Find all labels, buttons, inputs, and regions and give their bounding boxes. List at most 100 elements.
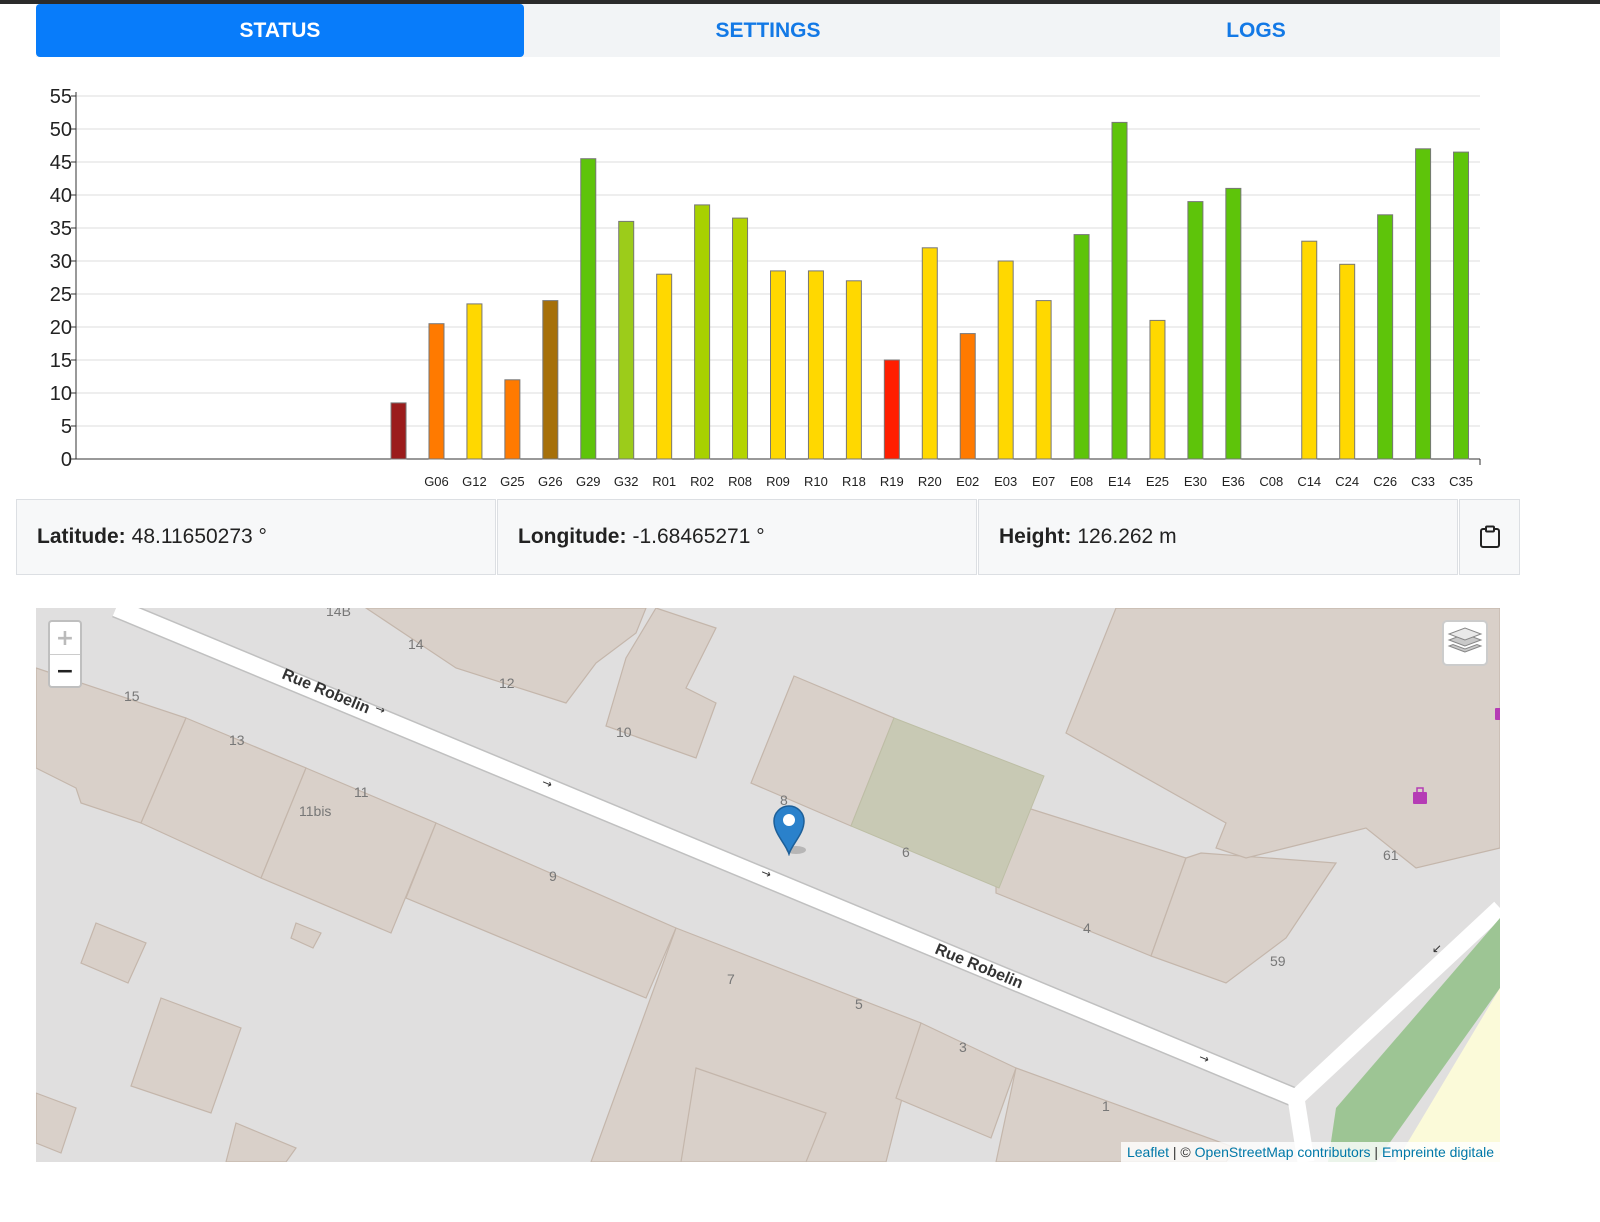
- house-number: 5: [855, 996, 863, 1012]
- x-tick-label: R10: [804, 474, 828, 489]
- bar: [542, 300, 559, 460]
- bar: [1187, 201, 1204, 460]
- tab-logs[interactable]: LOGS: [1012, 4, 1500, 57]
- bar: [390, 402, 407, 460]
- map-attribution: Leaflet | © OpenStreetMap contributors |…: [1120, 1142, 1500, 1162]
- x-tick-label: G25: [500, 474, 525, 489]
- house-number: 14B: [326, 608, 351, 619]
- house-number: 7: [727, 971, 735, 987]
- y-tick-label: 25: [50, 284, 72, 306]
- bar: [732, 217, 749, 460]
- map-view[interactable]: Rue Robelin Rue Robelin 14B 14 12 15 13 …: [36, 608, 1500, 1162]
- latitude-value: 48.11650273 °: [131, 525, 267, 548]
- longitude-cell: Longitude: -1.68465271 °: [497, 499, 977, 575]
- osm-link[interactable]: OpenStreetMap contributors: [1195, 1144, 1371, 1160]
- attribution-separator: | ©: [1169, 1144, 1195, 1160]
- y-tick-label: 35: [50, 218, 72, 240]
- x-tick-label: R19: [880, 474, 904, 489]
- x-tick-label: R18: [842, 474, 866, 489]
- bar: [1149, 319, 1166, 460]
- bar: [959, 333, 976, 460]
- x-tick-label: G29: [576, 474, 601, 489]
- bar: [807, 270, 824, 460]
- bar: [504, 379, 521, 460]
- x-tick-label: E03: [994, 474, 1017, 489]
- layers-button[interactable]: [1442, 620, 1488, 666]
- house-number: 15: [124, 688, 140, 704]
- bar: [1073, 234, 1090, 460]
- x-tick-label: C26: [1373, 474, 1397, 489]
- house-number: 11bis: [299, 803, 331, 819]
- leaflet-link[interactable]: Leaflet: [1127, 1144, 1169, 1160]
- house-number: 14: [408, 636, 424, 652]
- x-tick-label: E14: [1108, 474, 1131, 489]
- longitude-label: Longitude:: [518, 525, 627, 548]
- bar: [466, 303, 483, 460]
- zoom-control: + −: [48, 620, 82, 688]
- bar: [1415, 148, 1432, 460]
- location-marker-icon[interactable]: [772, 804, 806, 856]
- empreinte-link[interactable]: Empreinte digitale: [1382, 1144, 1494, 1160]
- y-tick-label: 50: [50, 119, 72, 141]
- position-panel: Latitude: 48.11650273 ° Longitude: -1.68…: [16, 499, 1520, 575]
- tab-status[interactable]: STATUS: [36, 4, 524, 57]
- zoom-in-button[interactable]: +: [50, 622, 80, 655]
- x-tick-label: G06: [424, 474, 449, 489]
- x-tick-label: E07: [1032, 474, 1055, 489]
- x-tick-label: G12: [462, 474, 487, 489]
- y-tick-label: 30: [50, 251, 72, 273]
- house-number: 9: [549, 868, 557, 884]
- y-tick-label: 45: [50, 152, 72, 174]
- x-tick-label: C35: [1449, 474, 1473, 489]
- shop-icon: [1495, 708, 1500, 720]
- house-number: 6: [902, 844, 910, 860]
- bar: [428, 323, 445, 460]
- longitude-value: -1.68465271 °: [632, 525, 765, 548]
- x-tick-label: R01: [652, 474, 676, 489]
- house-number: 59: [1270, 953, 1286, 969]
- y-tick-label: 10: [50, 383, 72, 405]
- house-number: 12: [499, 675, 515, 691]
- map-tiles[interactable]: Rue Robelin Rue Robelin 14B 14 12 15 13 …: [36, 608, 1500, 1162]
- copy-button[interactable]: [1459, 499, 1520, 575]
- x-tick-label: E36: [1222, 474, 1245, 489]
- bar: [1035, 300, 1052, 460]
- bar: [1453, 151, 1470, 460]
- bar: [921, 247, 938, 460]
- y-tick-label: 0: [61, 449, 72, 471]
- y-tick-label: 55: [50, 86, 72, 108]
- x-tick-label: C33: [1411, 474, 1435, 489]
- x-tick-label: C08: [1259, 474, 1283, 489]
- x-tick-label: E30: [1184, 474, 1207, 489]
- latitude-label: Latitude:: [37, 525, 126, 548]
- layers-icon: [1447, 627, 1483, 653]
- bar: [770, 270, 786, 460]
- tab-settings[interactable]: SETTINGS: [524, 4, 1012, 57]
- x-tick-label: R20: [918, 474, 942, 489]
- bar: [997, 260, 1014, 460]
- x-tick-label: R02: [690, 474, 714, 489]
- x-tick-label: R09: [766, 474, 790, 489]
- zoom-out-button[interactable]: −: [50, 655, 80, 687]
- height-label: Height:: [999, 525, 1072, 548]
- height-value: 126.262 m: [1077, 525, 1177, 548]
- house-number: 61: [1383, 847, 1399, 863]
- x-tick-label: C24: [1335, 474, 1359, 489]
- bar: [883, 359, 900, 460]
- signal-strength-chart: 0 5 10 15 20 25 30 35 40 45 50 55 G06 G12 G25 G26 G29 G32…: [50, 86, 1481, 489]
- bar: [1339, 263, 1356, 460]
- bar: [1111, 121, 1128, 460]
- bar: [1301, 240, 1318, 460]
- x-tick-label: G32: [614, 474, 639, 489]
- bar: [580, 158, 597, 460]
- house-number: 3: [959, 1039, 967, 1055]
- y-tick-label: 5: [61, 416, 72, 438]
- latitude-cell: Latitude: 48.11650273 °: [16, 499, 496, 575]
- house-number: 1: [1102, 1098, 1110, 1114]
- height-cell: Height: 126.262 m: [978, 499, 1458, 575]
- bar: [845, 280, 862, 460]
- bar: [618, 220, 635, 460]
- house-number: 10: [616, 724, 632, 740]
- y-tick-label: 40: [50, 185, 72, 207]
- bar: [656, 273, 673, 460]
